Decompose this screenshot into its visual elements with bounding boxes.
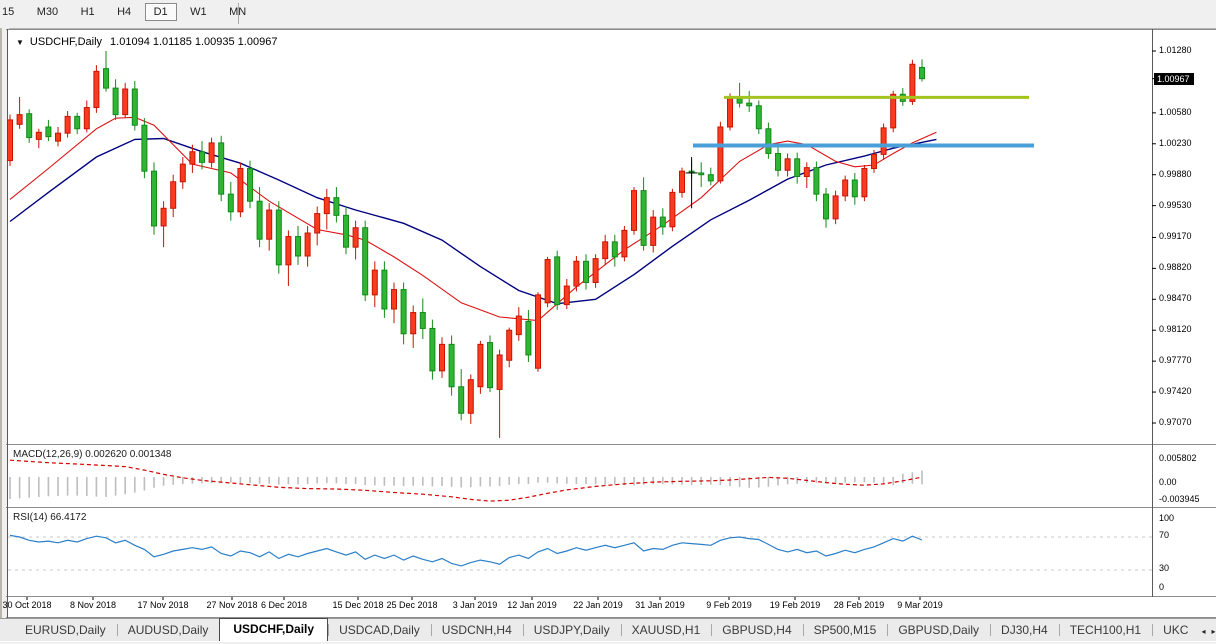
timeframe-d1-button[interactable]: D1 — [145, 3, 177, 21]
ohlc-readout: 1.01094 1.01185 1.00935 1.00967 — [110, 36, 277, 48]
tab-dj30-h4[interactable]: DJ30,H4 — [990, 620, 1059, 641]
date-axis-label: 19 Feb 2019 — [770, 600, 821, 610]
toolbar-separator — [238, 3, 239, 24]
rsi-label: RSI(14) 66.4172 — [13, 512, 86, 523]
price-pane[interactable] — [7, 30, 1216, 444]
timeframe-w1-button[interactable]: W1 — [181, 3, 216, 21]
price-axis-label: 0.97070 — [1159, 417, 1192, 427]
macd-axis-max: 0.005802 — [1159, 453, 1197, 463]
price-axis-label: 0.98470 — [1159, 293, 1192, 303]
timeframe-toolbar: 15 M30 H1 H4 D1 W1 MN — [0, 0, 1216, 29]
price-axis-label: 0.99170 — [1159, 231, 1192, 241]
rsi-axis-30: 30 — [1159, 563, 1169, 573]
tab-xauusd-h1[interactable]: XAUUSD,H1 — [621, 620, 712, 641]
price-axis-label: 0.97420 — [1159, 386, 1192, 396]
chart-title-row: ▼ USDCHF,Daily 1.01094 1.01185 1.00935 1.0… — [16, 36, 277, 48]
date-axis-label: 9 Mar 2019 — [897, 600, 943, 610]
price-axis-label: 0.99880 — [1159, 169, 1192, 179]
timeframe-m30-button[interactable]: M30 — [28, 3, 67, 21]
macd-label: MACD(12,26,9) 0.002620 0.001348 — [13, 449, 171, 460]
timeframe-h1-button[interactable]: H1 — [72, 3, 104, 21]
rsi-pane[interactable] — [7, 509, 1216, 596]
tab-usdcad-daily[interactable]: USDCAD,Daily — [328, 620, 431, 641]
price-axis-label: 1.01280 — [1159, 45, 1192, 55]
tab-ukc-truncated[interactable]: UKC — [1152, 620, 1199, 641]
price-axis-label: 1.00580 — [1159, 107, 1192, 117]
date-axis-label: 9 Feb 2019 — [706, 600, 752, 610]
date-axis-label: 28 Feb 2019 — [834, 600, 885, 610]
tab-usdchf-daily[interactable]: USDCHF,Daily — [219, 618, 328, 641]
tabs-scroll-right-icon[interactable]: ▸ — [1211, 627, 1216, 636]
date-axis-label: 22 Jan 2019 — [573, 600, 623, 610]
tab-gbpusd-daily[interactable]: GBPUSD,Daily — [887, 620, 990, 641]
rsi-axis-100: 100 — [1159, 513, 1174, 523]
chart-symbol-title: USDCHF,Daily — [30, 36, 102, 48]
date-axis-label: 17 Nov 2018 — [137, 600, 188, 610]
date-axis-label: 25 Dec 2018 — [386, 600, 437, 610]
timeframe-h4-button[interactable]: H4 — [108, 3, 140, 21]
date-axis-label: 31 Jan 2019 — [635, 600, 685, 610]
macd-pane[interactable] — [7, 446, 1216, 507]
date-axis-label: 15 Dec 2018 — [332, 600, 383, 610]
tab-tech100-h1[interactable]: TECH100,H1 — [1059, 620, 1152, 641]
tab-usdcnh-h4[interactable]: USDCNH,H4 — [431, 620, 523, 641]
price-axis-label: 1.00230 — [1159, 138, 1192, 148]
date-axis-label: 6 Dec 2018 — [261, 600, 307, 610]
tabs-scroll-left-icon[interactable]: ◂ — [1201, 627, 1211, 636]
date-axis-label: 27 Nov 2018 — [206, 600, 257, 610]
rsi-axis-0: 0 — [1159, 582, 1164, 592]
rsi-axis-70: 70 — [1159, 530, 1169, 540]
chart-tab-bar: EURUSD,Daily AUDUSD,Daily USDCHF,Daily U… — [0, 618, 1216, 641]
price-axis-label: 0.98820 — [1159, 262, 1192, 272]
date-axis-label: 3 Jan 2019 — [453, 600, 498, 610]
current-price-tag: 1.00967 — [1154, 73, 1194, 85]
macd-axis-min: -0.003945 — [1159, 494, 1200, 504]
price-axis-label: 0.99530 — [1159, 200, 1192, 210]
chart-dropdown-icon[interactable]: ▼ — [16, 38, 24, 47]
tab-eurusd-daily[interactable]: EURUSD,Daily — [14, 620, 117, 641]
date-axis-label: 8 Nov 2018 — [70, 600, 116, 610]
timeframe-m15-button[interactable]: 15 — [0, 3, 23, 21]
macd-axis-zero: 0.00 — [1159, 477, 1177, 487]
trading-app-window: 15 M30 H1 H4 D1 W1 MN ▼ USDCHF,Daily 1.010… — [0, 0, 1216, 644]
date-axis-label: 12 Jan 2019 — [507, 600, 557, 610]
price-axis-label: 0.98120 — [1159, 324, 1192, 334]
price-axis-label: 0.97770 — [1159, 355, 1192, 365]
tab-usdjpy-daily[interactable]: USDJPY,Daily — [523, 620, 621, 641]
tab-sp500-m15[interactable]: SP500,M15 — [803, 620, 888, 641]
tab-audusd-daily[interactable]: AUDUSD,Daily — [117, 620, 220, 641]
tab-gbpusd-h4[interactable]: GBPUSD,H4 — [711, 620, 802, 641]
date-axis-label: 30 Oct 2018 — [2, 600, 51, 610]
